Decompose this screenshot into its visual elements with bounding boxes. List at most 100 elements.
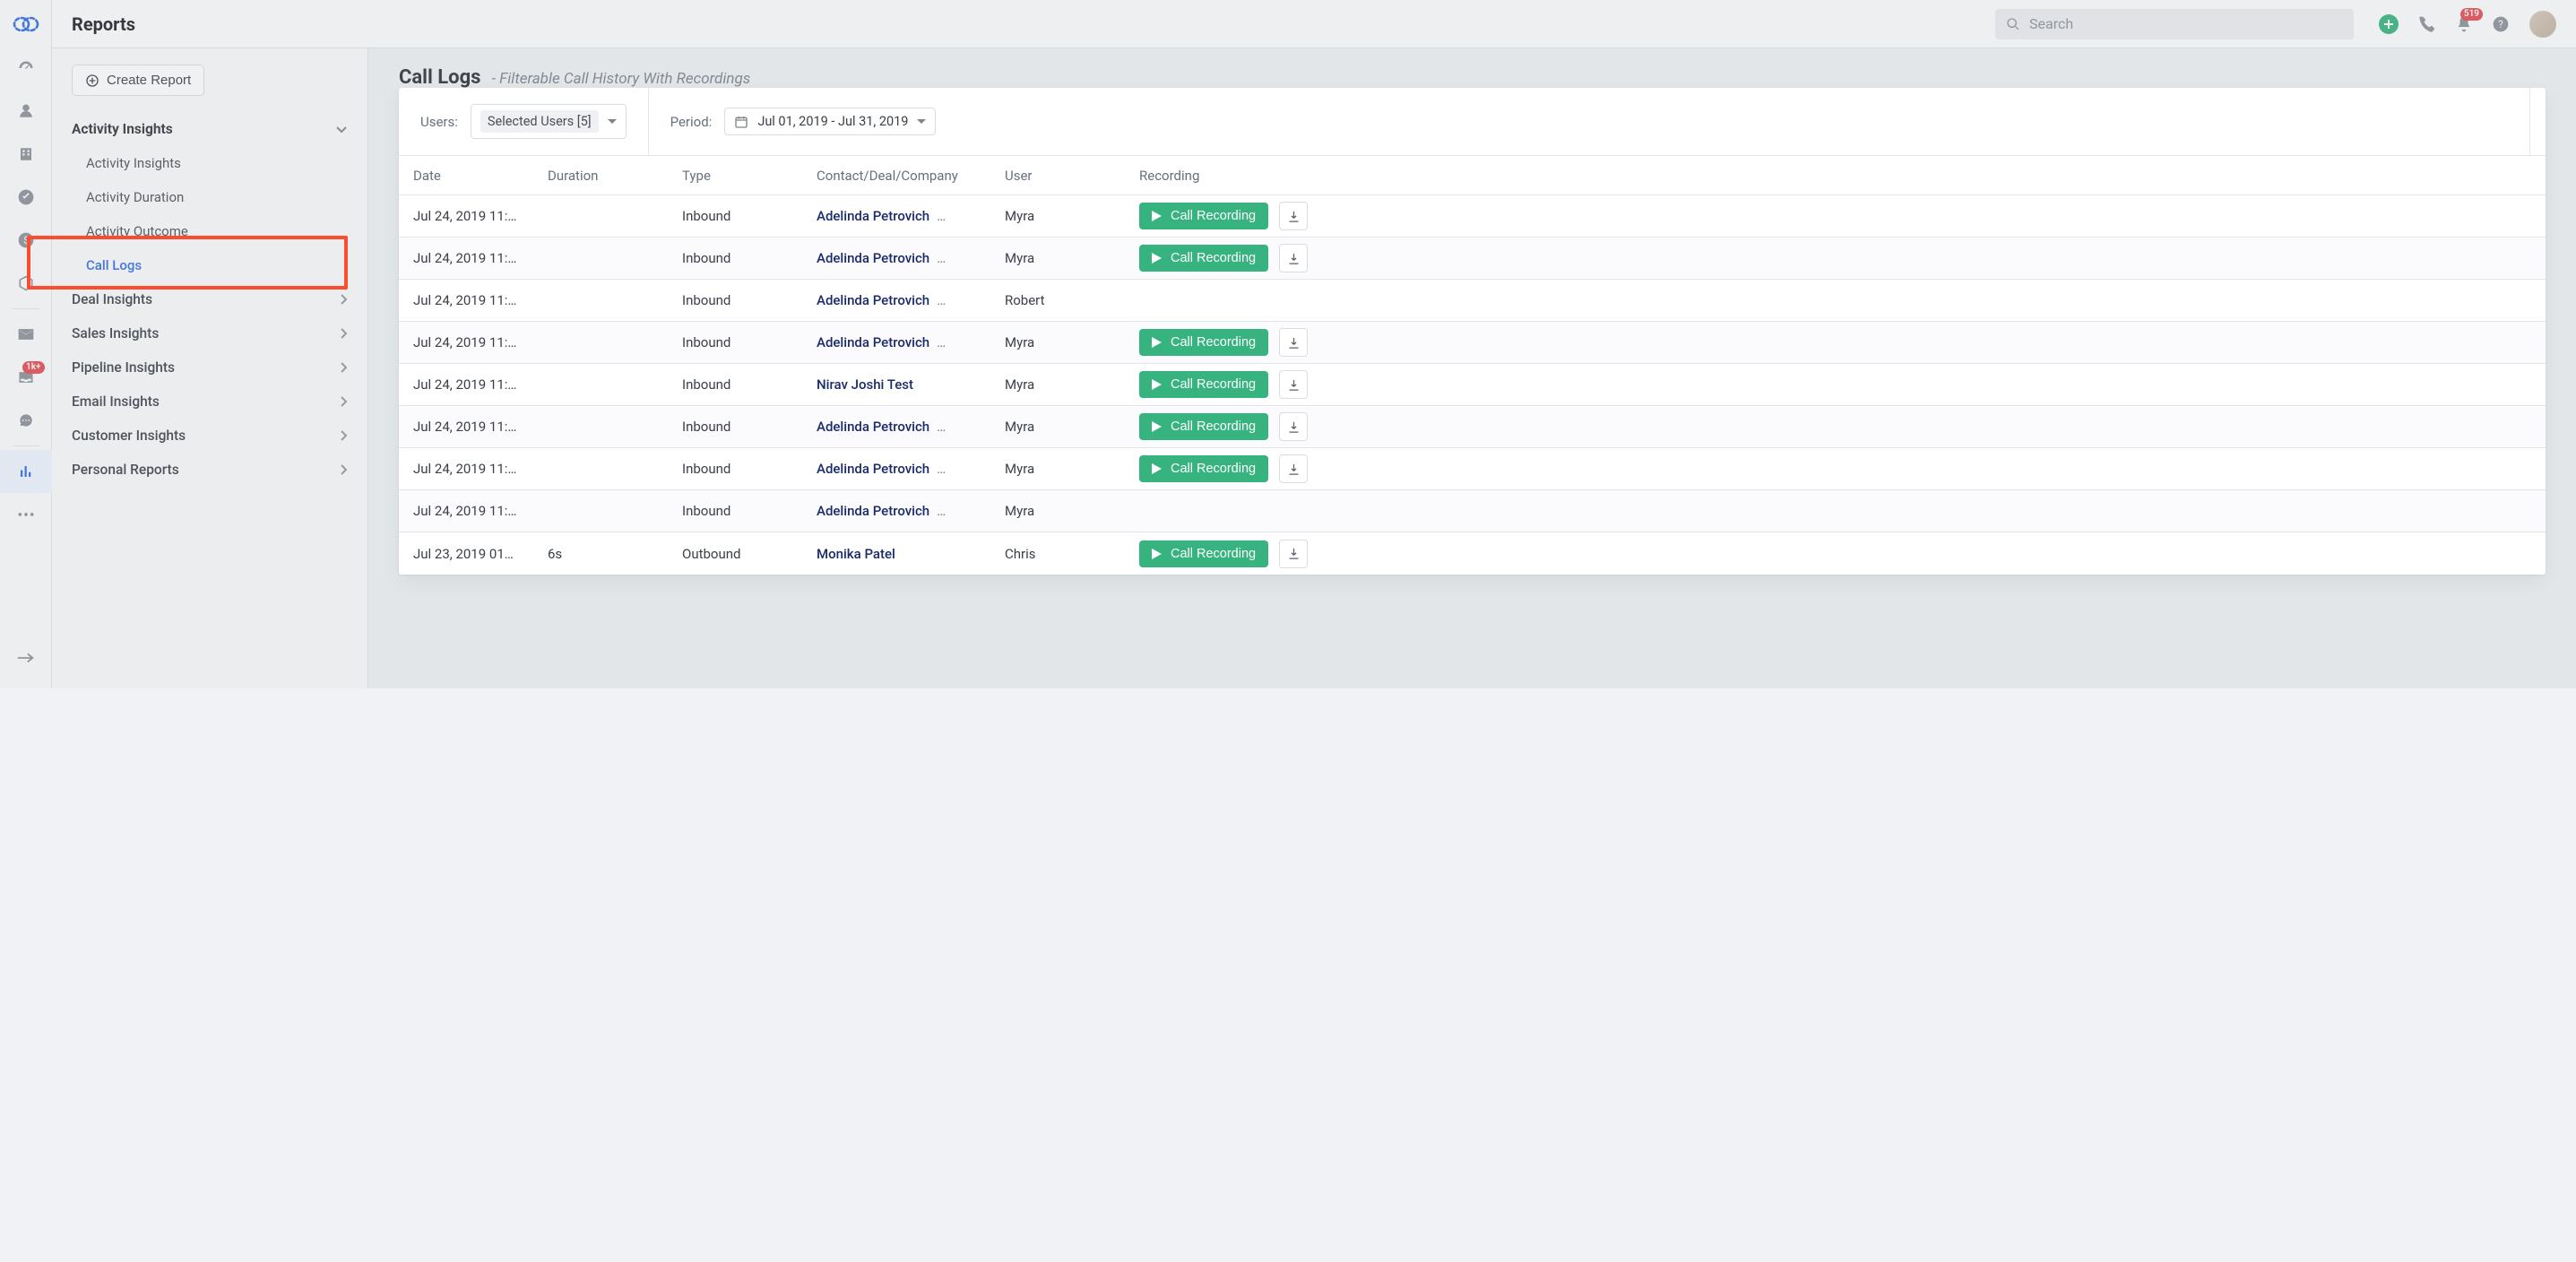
col-recording: Recording [1139, 168, 2531, 184]
cell-contact: Adelinda Petrovich… [817, 503, 1005, 519]
cell-user: Robert [1005, 292, 1139, 308]
play-recording-button[interactable]: Call Recording [1139, 413, 1268, 440]
sidebar-item-activity-outcome[interactable]: Activity Outcome [52, 214, 367, 248]
contact-link[interactable]: Adelinda Petrovich [817, 334, 929, 350]
cell-date: Jul 23, 2019 01… [413, 546, 548, 562]
nav-contacts-icon[interactable] [0, 90, 52, 133]
cell-contact: Adelinda Petrovich… [817, 208, 1005, 224]
help-icon[interactable]: ? [2492, 15, 2510, 33]
chevron-right-icon [340, 429, 348, 442]
download-icon [1287, 336, 1301, 350]
contact-link[interactable]: Adelinda Petrovich [817, 250, 929, 266]
sidebar-group-pipeline-insights[interactable]: Pipeline Insights [52, 350, 367, 385]
cell-type: Inbound [682, 292, 817, 308]
notifications-icon[interactable]: 519 [2456, 15, 2472, 33]
contact-link[interactable]: Nirav Joshi Test [817, 376, 913, 393]
sidebar-group-sales-insights[interactable]: Sales Insights [52, 316, 367, 350]
cell-user: Myra [1005, 250, 1139, 266]
chevron-right-icon [340, 361, 348, 374]
table-row: Jul 24, 2019 11:… InboundAdelinda Petrovi… [399, 322, 2546, 364]
calendar-icon [734, 115, 748, 129]
caret-down-icon [608, 118, 617, 125]
download-recording-button[interactable] [1279, 540, 1308, 568]
filter-period: Period: Jul 01, 2019 - Jul 31, 2019 [648, 88, 958, 155]
cell-user: Myra [1005, 376, 1139, 393]
download-recording-button[interactable] [1279, 244, 1308, 272]
sidebar-item-activity-duration[interactable]: Activity Duration [52, 180, 367, 214]
add-button[interactable] [2379, 14, 2399, 34]
sidebar-group-personal-reports[interactable]: Personal Reports [52, 453, 367, 487]
filter-period-select[interactable]: Jul 01, 2019 - Jul 31, 2019 [724, 108, 936, 135]
cell-recording: Call Recording [1139, 454, 2531, 483]
sidebar-item-activity-insights[interactable]: Activity Insights [52, 146, 367, 180]
search-placeholder: Search [2029, 15, 2073, 32]
download-recording-button[interactable] [1279, 370, 1308, 399]
avatar[interactable] [2529, 11, 2556, 38]
nav-rail: $ 1k+ [0, 0, 52, 688]
cell-date: Jul 24, 2019 11:… [413, 461, 548, 477]
contact-link[interactable]: Adelinda Petrovich [817, 208, 929, 224]
cell-type: Inbound [682, 419, 817, 435]
play-recording-button[interactable]: Call Recording [1139, 455, 1268, 482]
col-date: Date [413, 168, 548, 184]
search-input[interactable]: Search [1995, 9, 2354, 39]
nav-expand-icon[interactable] [0, 636, 52, 679]
nav-more-icon[interactable] [0, 493, 52, 536]
contact-link[interactable]: Adelinda Petrovich [817, 419, 929, 435]
sidebar-group-customer-insights[interactable]: Customer Insights [52, 419, 367, 453]
nav-email-icon[interactable] [0, 313, 52, 356]
sidebar-item-call-logs[interactable]: Call Logs [52, 248, 367, 282]
play-recording-button[interactable]: Call Recording [1139, 245, 1268, 272]
table-header: Date Duration Type Contact/Deal/Company … [399, 156, 2546, 195]
phone-icon[interactable] [2418, 15, 2436, 33]
chevron-right-icon [340, 395, 348, 408]
contact-link[interactable]: Adelinda Petrovich [817, 503, 929, 519]
nav-reports-icon[interactable] [0, 450, 52, 493]
download-recording-button[interactable] [1279, 454, 1308, 483]
cell-duration: 6s [548, 546, 682, 562]
cell-date: Jul 24, 2019 11:… [413, 292, 548, 308]
filters-bar: Users: Selected Users [5] Period: [399, 88, 2546, 156]
download-recording-button[interactable] [1279, 202, 1308, 230]
col-type: Type [682, 168, 817, 184]
chevron-right-icon [340, 327, 348, 340]
notifications-badge: 519 [2460, 8, 2483, 21]
contact-link[interactable]: Adelinda Petrovich [817, 292, 929, 308]
cell-contact: Adelinda Petrovich… [817, 419, 1005, 435]
create-report-button[interactable]: Create Report [72, 65, 204, 96]
nav-inbox-icon[interactable]: 1k+ [0, 356, 52, 399]
download-recording-button[interactable] [1279, 412, 1308, 441]
cell-user: Myra [1005, 503, 1139, 519]
contact-link[interactable]: Monika Patel [817, 546, 895, 562]
sidebar-group-email-insights[interactable]: Email Insights [52, 385, 367, 419]
cell-recording: Call Recording [1139, 328, 2531, 357]
section-activity-insights[interactable]: Activity Insights [52, 112, 367, 146]
play-recording-button[interactable]: Call Recording [1139, 371, 1268, 398]
sidebar: Create Report Activity Insights Activity… [52, 48, 368, 688]
nav-dashboard-icon[interactable] [0, 47, 52, 90]
filter-users-select[interactable]: Selected Users [5] [471, 104, 627, 139]
play-recording-button[interactable]: Call Recording [1139, 203, 1268, 229]
nav-companies-icon[interactable] [0, 133, 52, 176]
play-recording-button[interactable]: Call Recording [1139, 540, 1268, 567]
contact-more: … [937, 250, 946, 266]
nav-deals-icon[interactable]: $ [0, 219, 52, 262]
cell-user: Myra [1005, 461, 1139, 477]
nav-tasks-icon[interactable] [0, 176, 52, 219]
cell-date: Jul 24, 2019 11:… [413, 334, 548, 350]
cell-type: Inbound [682, 503, 817, 519]
app-logo[interactable] [11, 9, 41, 39]
page-title: Call Logs [399, 66, 480, 89]
nav-products-icon[interactable] [0, 262, 52, 305]
contact-link[interactable]: Adelinda Petrovich [817, 461, 929, 477]
cell-type: Inbound [682, 376, 817, 393]
cell-type: Inbound [682, 334, 817, 350]
nav-chat-icon[interactable] [0, 399, 52, 442]
cell-contact: Adelinda Petrovich … [817, 250, 1005, 266]
chevron-down-icon [335, 125, 348, 134]
play-recording-button[interactable]: Call Recording [1139, 329, 1268, 356]
play-icon [1152, 253, 1162, 264]
create-report-label: Create Report [107, 73, 191, 88]
sidebar-group-deal-insights[interactable]: Deal Insights [52, 282, 367, 316]
download-recording-button[interactable] [1279, 328, 1308, 357]
